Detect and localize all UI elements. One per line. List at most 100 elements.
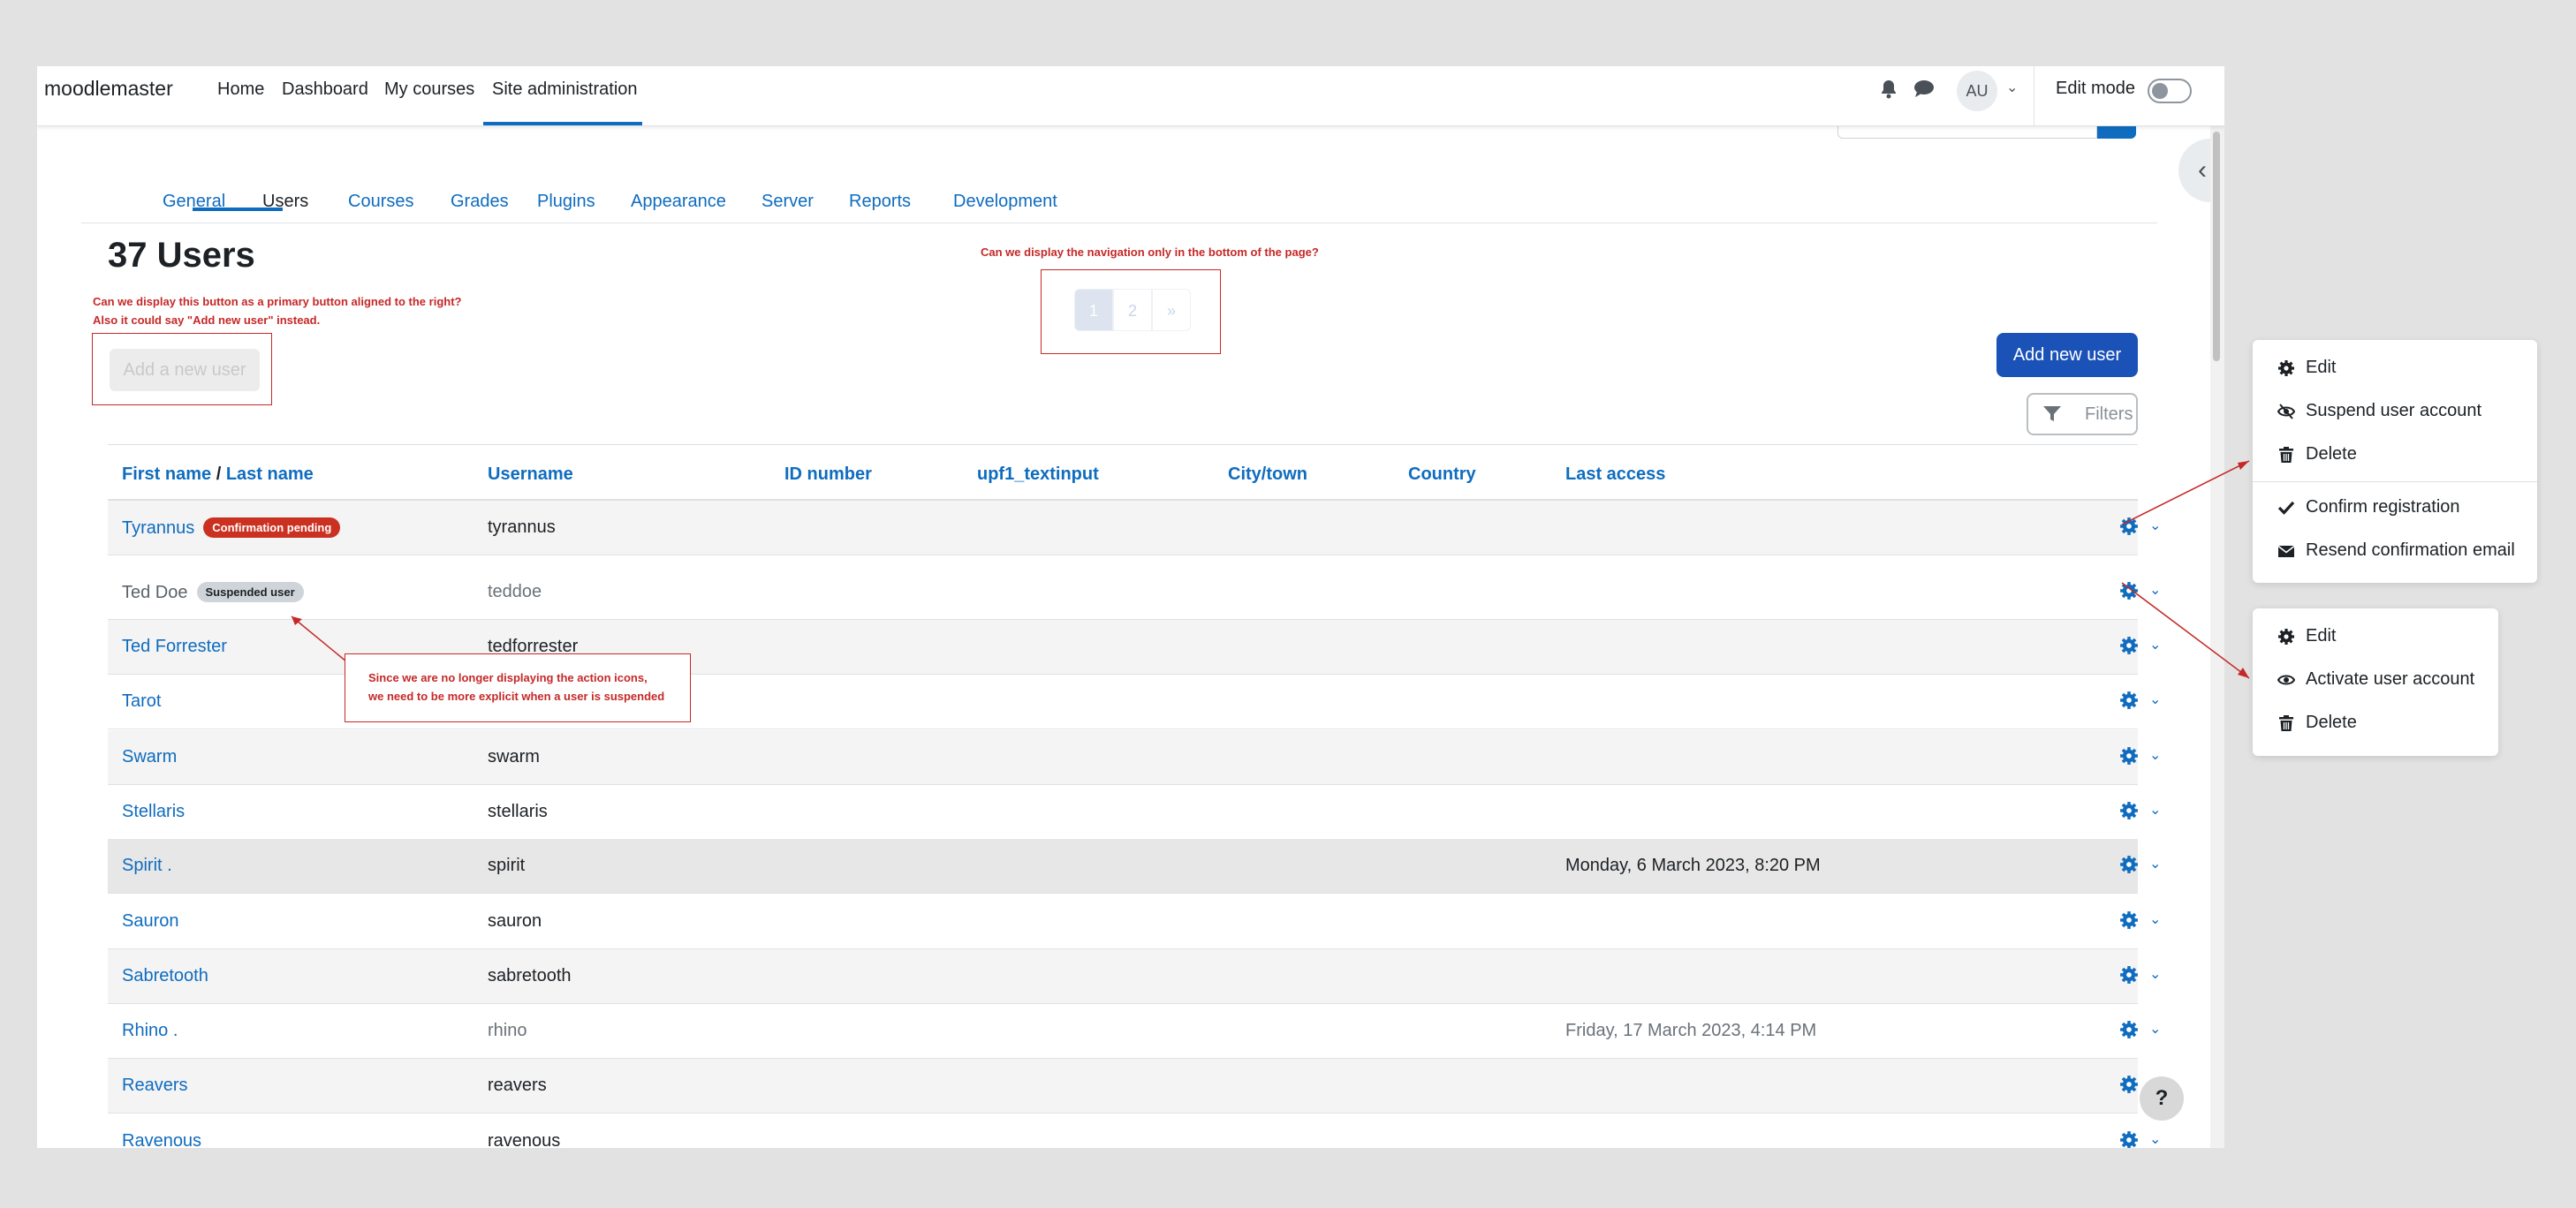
tab-courses[interactable]: Courses bbox=[348, 192, 413, 212]
gear-icon[interactable] bbox=[2119, 746, 2139, 770]
user-fullname-link[interactable]: Tarot bbox=[122, 691, 161, 711]
user-fullname-cell: Spirit . bbox=[122, 856, 172, 876]
page-title: 37 Users bbox=[108, 236, 255, 275]
menu-item-edit[interactable]: Edit bbox=[2277, 358, 2336, 378]
username-cell: swarm bbox=[488, 747, 540, 766]
user-avatar[interactable]: AU bbox=[1957, 71, 1997, 111]
gear-icon[interactable] bbox=[2119, 1130, 2139, 1148]
user-fullname-link[interactable]: Tyrannus bbox=[122, 518, 194, 538]
column-username[interactable]: Username bbox=[488, 464, 573, 485]
help-button[interactable]: ? bbox=[2140, 1076, 2184, 1121]
menu-item-confirm-registration[interactable]: Confirm registration bbox=[2277, 497, 2460, 517]
user-fullname-cell: Stellaris bbox=[122, 802, 185, 822]
site-brand[interactable]: moodlemaster bbox=[44, 77, 173, 101]
gear-icon[interactable] bbox=[2119, 801, 2139, 825]
menu-item-resend-confirmation[interactable]: Resend confirmation email bbox=[2277, 540, 2515, 561]
add-new-user-button[interactable]: Add new user bbox=[1996, 333, 2138, 377]
annotation-arrows bbox=[2121, 460, 2250, 679]
gear-icon bbox=[2278, 360, 2294, 376]
chevron-down-icon[interactable]: ⌄ bbox=[2149, 910, 2161, 928]
column-city[interactable]: City/town bbox=[1228, 464, 1307, 485]
column-last-access[interactable]: Last access bbox=[1565, 464, 1665, 485]
tab-plugins[interactable]: Plugins bbox=[537, 192, 595, 212]
sort-first-name[interactable]: First name bbox=[122, 464, 211, 484]
menu-item-label: Resend confirmation email bbox=[2306, 540, 2515, 560]
tab-grades[interactable]: Grades bbox=[451, 192, 509, 212]
tab-server[interactable]: Server bbox=[761, 192, 814, 212]
add-new-user-ghost-button[interactable]: Add a new user bbox=[110, 349, 260, 391]
search-button[interactable] bbox=[2097, 126, 2136, 139]
nav-my-courses[interactable]: My courses bbox=[384, 79, 474, 100]
nav-site-administration[interactable]: Site administration bbox=[492, 79, 638, 100]
filters-button[interactable]: Filters bbox=[2027, 393, 2138, 435]
pagination-page-2[interactable]: 2 bbox=[1113, 289, 1152, 331]
menu-item-suspend[interactable]: Suspend user account bbox=[2277, 401, 2481, 421]
edit-mode-toggle[interactable] bbox=[2148, 79, 2192, 103]
gear-icon bbox=[2278, 629, 2294, 645]
column-country[interactable]: Country bbox=[1408, 464, 1476, 485]
user-fullname-link[interactable]: Reavers bbox=[122, 1076, 187, 1095]
user-fullname-link[interactable]: Ted Doe bbox=[122, 583, 188, 602]
chevron-down-icon[interactable]: ⌄ bbox=[2149, 1130, 2161, 1148]
user-fullname-cell: Rhino . bbox=[122, 1021, 178, 1041]
user-fullname-link[interactable]: Swarm bbox=[122, 747, 177, 766]
menu-item-delete[interactable]: Delete bbox=[2277, 713, 2357, 733]
table-row: Sauron sauron ⌄ bbox=[108, 895, 2161, 949]
chevron-down-icon[interactable]: ⌄ bbox=[2149, 855, 2161, 872]
annotation-text: Since we are no longer displaying the ac… bbox=[368, 671, 648, 684]
eye-slash-icon bbox=[2277, 404, 2295, 419]
menu-item-delete[interactable]: Delete bbox=[2277, 444, 2357, 464]
chevron-down-icon[interactable]: ⌄ bbox=[2149, 1020, 2161, 1038]
user-fullname-cell: Ravenous bbox=[122, 1131, 201, 1148]
menu-item-activate[interactable]: Activate user account bbox=[2277, 669, 2474, 690]
chevron-down-icon[interactable]: ⌄ bbox=[2149, 691, 2161, 708]
gear-icon[interactable] bbox=[2119, 1075, 2139, 1099]
scrollbar-thumb[interactable] bbox=[2213, 132, 2220, 361]
last-access-cell: Monday, 6 March 2023, 8:20 PM bbox=[1565, 856, 1821, 875]
gear-icon[interactable] bbox=[2119, 910, 2139, 934]
user-fullname-link[interactable]: Sabretooth bbox=[122, 966, 208, 985]
tab-reports[interactable]: Reports bbox=[849, 192, 911, 212]
nav-dashboard[interactable]: Dashboard bbox=[282, 79, 368, 100]
chevron-down-icon[interactable]: ⌄ bbox=[2149, 801, 2161, 819]
filters-label: Filters bbox=[2085, 404, 2133, 424]
tab-development[interactable]: Development bbox=[953, 192, 1057, 212]
username-cell: tyrannus bbox=[488, 517, 556, 537]
column-custom-field[interactable]: upf1_textinput bbox=[977, 464, 1099, 485]
user-fullname-cell: Ted Forrester bbox=[122, 637, 227, 657]
browser-window: moodlemaster Home Dashboard My courses S… bbox=[37, 66, 2224, 1148]
gear-icon[interactable] bbox=[2119, 691, 2139, 714]
user-fullname-link[interactable]: Ravenous bbox=[122, 1131, 201, 1148]
menu-item-label: Delete bbox=[2306, 713, 2357, 732]
user-fullname-link[interactable]: Spirit . bbox=[122, 856, 172, 875]
user-fullname-link[interactable]: Ted Forrester bbox=[122, 637, 227, 656]
user-fullname-link[interactable]: Sauron bbox=[122, 911, 179, 931]
nav-home[interactable]: Home bbox=[217, 79, 264, 100]
user-fullname-cell: Sauron bbox=[122, 911, 179, 932]
search-input[interactable] bbox=[1837, 126, 2097, 139]
user-fullname-link[interactable]: Rhino . bbox=[122, 1021, 178, 1040]
filter-icon bbox=[2043, 406, 2061, 421]
pagination-page-1[interactable]: 1 bbox=[1074, 289, 1113, 331]
gear-icon[interactable] bbox=[2119, 965, 2139, 989]
menu-item-label: Activate user account bbox=[2306, 669, 2475, 689]
annotation-text: we need to be more explicit when a user … bbox=[368, 690, 665, 703]
trash-icon bbox=[2279, 715, 2293, 731]
user-fullname-link[interactable]: Stellaris bbox=[122, 802, 185, 821]
column-id-number[interactable]: ID number bbox=[784, 464, 872, 485]
chevron-down-icon[interactable]: ⌄ bbox=[2006, 79, 2018, 96]
gear-icon[interactable] bbox=[2119, 855, 2139, 879]
menu-item-edit[interactable]: Edit bbox=[2277, 626, 2336, 646]
pagination-next[interactable]: » bbox=[1152, 289, 1191, 331]
menu-item-label: Suspend user account bbox=[2306, 401, 2482, 420]
bell-icon[interactable] bbox=[1879, 79, 1898, 104]
chevron-down-icon[interactable]: ⌄ bbox=[2149, 965, 2161, 983]
sort-last-name[interactable]: Last name bbox=[226, 464, 314, 484]
chevron-down-icon[interactable]: ⌄ bbox=[2149, 746, 2161, 764]
tab-appearance[interactable]: Appearance bbox=[631, 192, 726, 212]
pending-user-action-menu: Edit Suspend user account Delete Confirm… bbox=[2253, 340, 2537, 583]
table-row: Ted Doe Suspended user teddoe ⌄ bbox=[108, 565, 2161, 620]
chat-icon[interactable] bbox=[1913, 79, 1935, 103]
gear-icon[interactable] bbox=[2119, 1020, 2139, 1044]
table-row: Stellaris stellaris ⌄ bbox=[108, 785, 2161, 840]
